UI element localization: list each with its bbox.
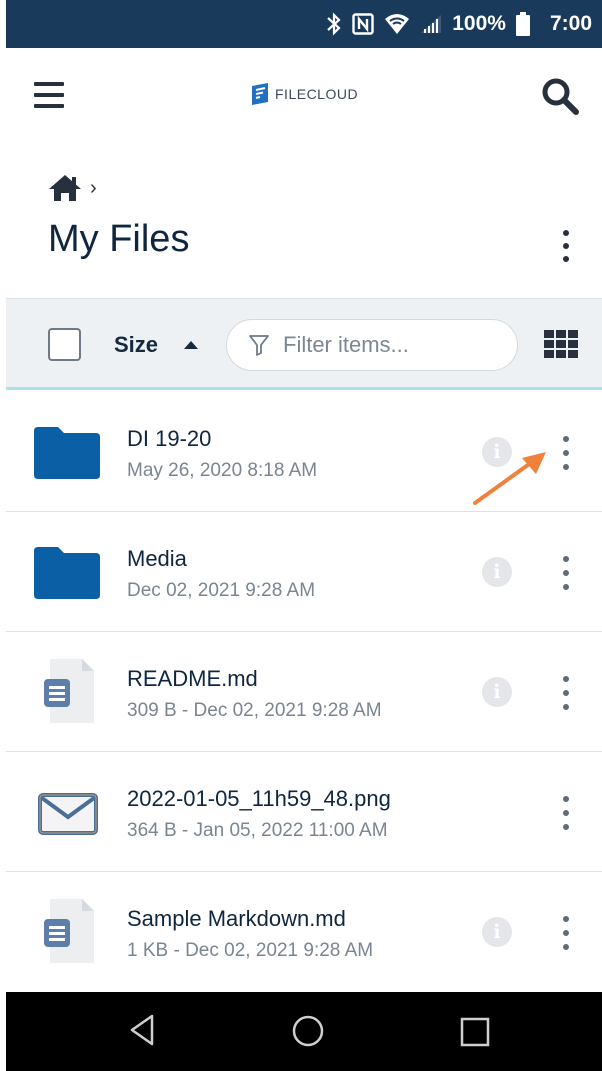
info-icon[interactable]: i: [482, 677, 512, 707]
bluetooth-icon: [326, 12, 342, 36]
file-list: DI 19-20 May 26, 2020 8:18 AM i Media De…: [6, 392, 602, 991]
more-options-icon[interactable]: [556, 436, 576, 470]
info-icon[interactable]: i: [482, 557, 512, 587]
filecloud-logo: FILECLOUD: [250, 83, 358, 105]
file-row-media[interactable]: Media Dec 02, 2021 9:28 AM i: [6, 512, 602, 632]
status-bar: 100% 7:00: [6, 0, 602, 48]
image-thumbnail-icon: [32, 783, 102, 843]
hamburger-icon[interactable]: [34, 82, 64, 108]
filter-box[interactable]: [226, 319, 518, 371]
more-options-icon[interactable]: [556, 916, 576, 950]
file-meta: May 26, 2020 8:18 AM: [127, 460, 318, 481]
signal-icon: [420, 14, 442, 34]
sort-label: Size: [114, 332, 159, 357]
recents-icon[interactable]: [460, 1017, 490, 1052]
info-icon[interactable]: i: [482, 917, 512, 947]
file-name: README.md: [127, 666, 258, 691]
nfc-icon: [352, 13, 374, 35]
breadcrumb-separator: ›: [90, 176, 97, 199]
wifi-icon: [384, 13, 410, 35]
select-all-checkbox[interactable]: [48, 328, 81, 361]
filter-input[interactable]: [281, 331, 505, 359]
filter-icon: [249, 334, 269, 356]
filecloud-logo-icon: [252, 83, 268, 105]
file-name: 2022-01-05_11h59_48.png: [127, 786, 391, 811]
list-toolbar: Size: [6, 298, 602, 390]
file-meta: Dec 02, 2021 9:28 AM: [127, 580, 316, 601]
system-nav-bar: [6, 992, 602, 1071]
file-row-di-19-20[interactable]: DI 19-20 May 26, 2020 8:18 AM i: [6, 392, 602, 512]
folder-icon: [32, 543, 102, 603]
file-name: DI 19-20: [127, 426, 212, 451]
document-icon: [32, 899, 102, 963]
status-time: 7:00: [549, 12, 592, 35]
battery-percent: 100%: [452, 12, 506, 35]
more-options-icon[interactable]: [556, 676, 576, 710]
battery-icon: [515, 12, 530, 36]
file-row-readme[interactable]: README.md 309 B - Dec 02, 2021 9:28 AM i: [6, 632, 602, 752]
file-meta: 1 KB - Dec 02, 2021 9:28 AM: [127, 940, 374, 961]
breadcrumb: ›: [48, 174, 97, 202]
more-options-icon[interactable]: [556, 556, 576, 590]
info-icon[interactable]: i: [482, 437, 512, 467]
more-options-icon[interactable]: [554, 226, 578, 266]
file-row-sample-markdown[interactable]: Sample Markdown.md 1 KB - Dec 02, 2021 9…: [6, 872, 602, 991]
app-header: FILECLOUD: [0, 48, 602, 144]
file-name: Media: [127, 546, 187, 571]
sort-button[interactable]: Size: [114, 332, 199, 358]
home-icon[interactable]: [48, 174, 82, 202]
grid-view-icon[interactable]: [544, 330, 578, 358]
file-meta: 309 B - Dec 02, 2021 9:28 AM: [127, 700, 382, 721]
search-icon[interactable]: [540, 76, 580, 116]
file-row-png[interactable]: 2022-01-05_11h59_48.png 364 B - Jan 05, …: [6, 752, 602, 872]
back-icon[interactable]: [128, 1014, 156, 1051]
page-title: My Files: [48, 218, 190, 260]
home-button-icon[interactable]: [291, 1014, 325, 1053]
file-name: Sample Markdown.md: [127, 906, 346, 931]
sort-ascending-icon: [184, 341, 199, 349]
document-icon: [32, 659, 102, 723]
file-meta: 364 B - Jan 05, 2022 11:00 AM: [127, 820, 388, 841]
logo-text: FILECLOUD: [275, 86, 359, 102]
more-options-icon[interactable]: [556, 796, 576, 830]
folder-icon: [32, 423, 102, 483]
